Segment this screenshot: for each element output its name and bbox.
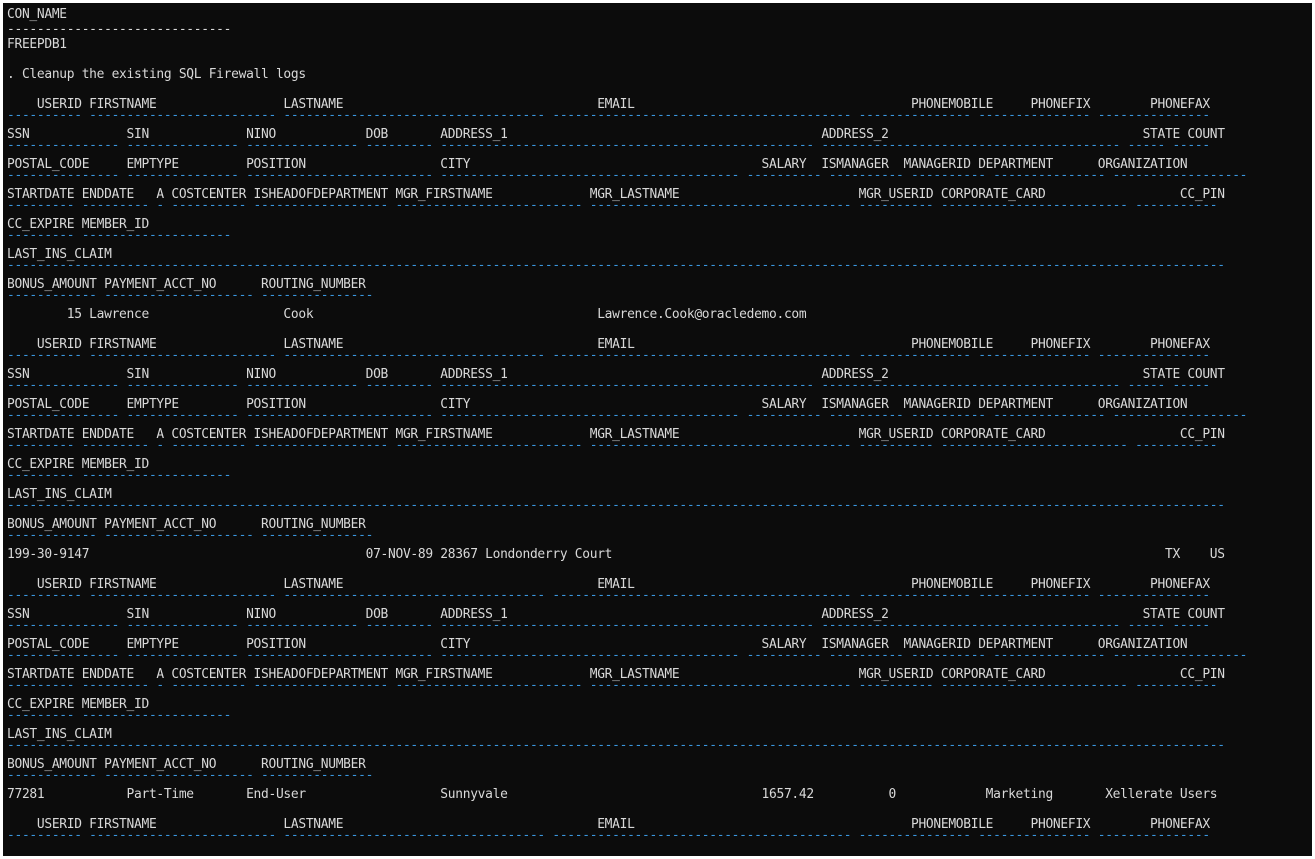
output-line: SSN SIN NINO DOB ADDRESS_1 ADDRESS_2 STA… <box>7 367 1225 382</box>
column-separator-line: ---------- ------------------------- ---… <box>7 352 1210 363</box>
output-line: POSTAL_CODE EMPTYPE POSITION CITY SALARY… <box>7 397 1188 412</box>
output-line: STARTDATE ENDDATE A COSTCENTER ISHEADOFD… <box>7 427 1225 442</box>
output-line: CON_NAME <box>7 7 67 22</box>
output-line: STARTDATE ENDDATE A COSTCENTER ISHEADOFD… <box>7 187 1225 202</box>
terminal-output: CON_NAME ------------------------------ FR… <box>7 7 1307 856</box>
column-separator-line: --------- -------------------- <box>7 232 232 243</box>
output-line: USERID FIRSTNAME LASTNAME EMAIL PHONEMOB… <box>7 817 1210 832</box>
column-separator-line: --------- --------- - ---------- -------… <box>7 202 1218 213</box>
column-separator-line: ----------------------------------------… <box>7 502 1225 513</box>
output-line: 15 Lawrence Cook Lawrence.Cook@oracledem… <box>7 307 807 322</box>
column-separator-line: --------------- --------------- --------… <box>7 412 1248 423</box>
output-line: BONUS_AMOUNT PAYMENT_ACCT_NO ROUTING_NUM… <box>7 517 366 532</box>
output-line: POSTAL_CODE EMPTYPE POSITION CITY SALARY… <box>7 637 1188 652</box>
column-separator-line: ---------- ------------------------- ---… <box>7 832 1210 843</box>
output-line: . Cleanup the existing SQL Firewall logs <box>7 67 306 82</box>
output-line: SSN SIN NINO DOB ADDRESS_1 ADDRESS_2 STA… <box>7 607 1225 622</box>
column-separator-line: --------------- --------------- --------… <box>7 172 1248 183</box>
column-separator-line: ------------ -------------------- ------… <box>7 772 374 783</box>
column-separator-line: ----------------------------------------… <box>7 742 1225 753</box>
output-line: BONUS_AMOUNT PAYMENT_ACCT_NO ROUTING_NUM… <box>7 277 366 292</box>
output-line: CC_EXPIRE MEMBER_ID <box>7 217 149 232</box>
output-line: STARTDATE ENDDATE A COSTCENTER ISHEADOFD… <box>7 667 1225 682</box>
column-separator-line: --------- -------------------- <box>7 712 232 723</box>
column-separator-line: --------------- --------------- --------… <box>7 142 1210 153</box>
column-separator-line: --------------- --------------- --------… <box>7 652 1248 663</box>
output-line: FREEPDB1 <box>7 37 67 52</box>
column-separator-line: --------- -------------------- <box>7 472 232 483</box>
column-separator-line: ---------- ------------------------- ---… <box>7 112 1210 123</box>
output-line: 199-30-9147 07-NOV-89 28367 Londonderry … <box>7 547 1225 562</box>
output-line: USERID FIRSTNAME LASTNAME EMAIL PHONEMOB… <box>7 97 1210 112</box>
output-line: LAST_INS_CLAIM <box>7 727 112 742</box>
column-separator-line: --------------- --------------- --------… <box>7 382 1210 393</box>
output-line: USERID FIRSTNAME LASTNAME EMAIL PHONEMOB… <box>7 577 1210 592</box>
output-line: 77281 Part-Time End-User Sunnyvale 1657.… <box>7 787 1218 802</box>
output-line: USERID FIRSTNAME LASTNAME EMAIL PHONEMOB… <box>7 337 1210 352</box>
column-separator-line: ---------- ------------------------- ---… <box>7 592 1210 603</box>
output-line: SSN SIN NINO DOB ADDRESS_1 ADDRESS_2 STA… <box>7 127 1225 142</box>
output-line: CC_EXPIRE MEMBER_ID <box>7 697 149 712</box>
terminal-window[interactable]: CON_NAME ------------------------------ FR… <box>3 3 1312 856</box>
output-line: BONUS_AMOUNT PAYMENT_ACCT_NO ROUTING_NUM… <box>7 757 366 772</box>
column-separator-line: ------------ -------------------- ------… <box>7 292 374 303</box>
output-line: LAST_INS_CLAIM <box>7 487 112 502</box>
column-separator-line: --------- --------- - ---------- -------… <box>7 442 1218 453</box>
output-line: LAST_INS_CLAIM <box>7 247 112 262</box>
column-separator-line: ------------------------------ <box>7 22 232 37</box>
output-line: POSTAL_CODE EMPTYPE POSITION CITY SALARY… <box>7 157 1188 172</box>
column-separator-line: ----------------------------------------… <box>7 262 1225 273</box>
output-line: CC_EXPIRE MEMBER_ID <box>7 457 149 472</box>
column-separator-line: --------- --------- - ---------- -------… <box>7 682 1218 693</box>
column-separator-line: ------------ -------------------- ------… <box>7 532 374 543</box>
column-separator-line: --------------- --------------- --------… <box>7 622 1210 633</box>
